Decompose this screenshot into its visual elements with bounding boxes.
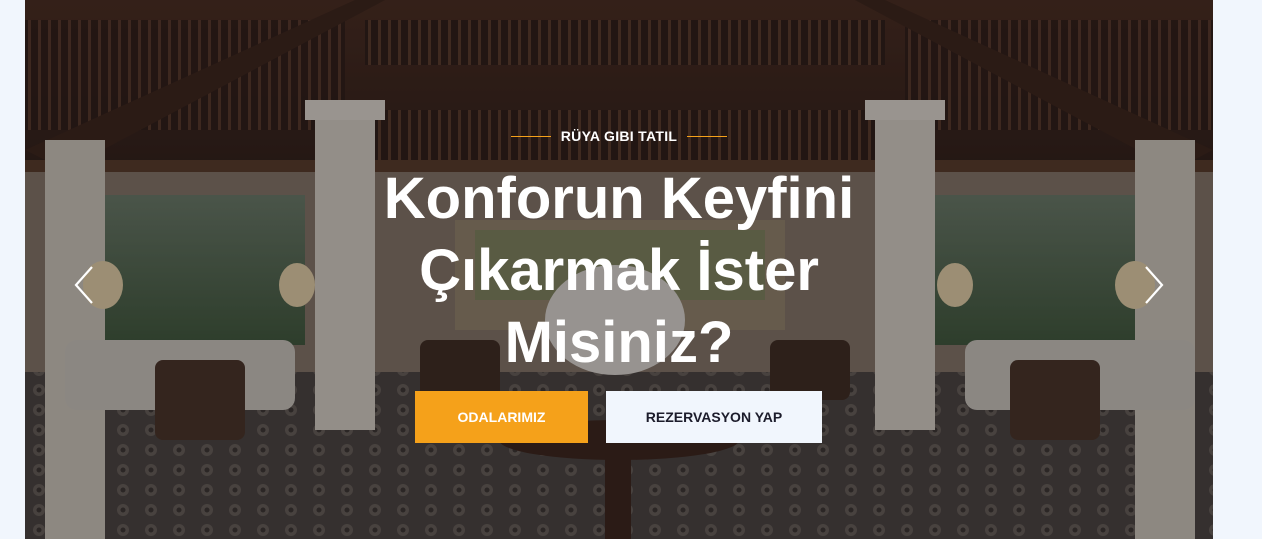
hero-slider: RÜYA GIBI TATIL Konforun Keyfini Çıkarma… xyxy=(25,0,1213,539)
hero-eyebrow: RÜYA GIBI TATIL xyxy=(25,128,1213,144)
hero-content: RÜYA GIBI TATIL Konforun Keyfini Çıkarma… xyxy=(25,0,1213,539)
headline-line-1: Konforun Keyfini xyxy=(383,166,855,231)
eyebrow-line-left xyxy=(510,135,551,137)
headline-line-2: Çıkarmak İster xyxy=(419,238,819,303)
hero-headline: Konforun Keyfini Çıkarmak İster Misiniz? xyxy=(219,163,1019,379)
headline-line-3: Misiniz? xyxy=(504,310,734,375)
chevron-right-icon[interactable] xyxy=(1142,265,1166,305)
hero-eyebrow-text: RÜYA GIBI TATIL xyxy=(560,128,678,144)
chevron-left-icon[interactable] xyxy=(72,265,96,305)
rooms-button[interactable]: ODALARIMIZ xyxy=(415,391,588,443)
eyebrow-line-right xyxy=(687,135,728,137)
reservation-button[interactable]: REZERVASYON YAP xyxy=(606,391,822,443)
